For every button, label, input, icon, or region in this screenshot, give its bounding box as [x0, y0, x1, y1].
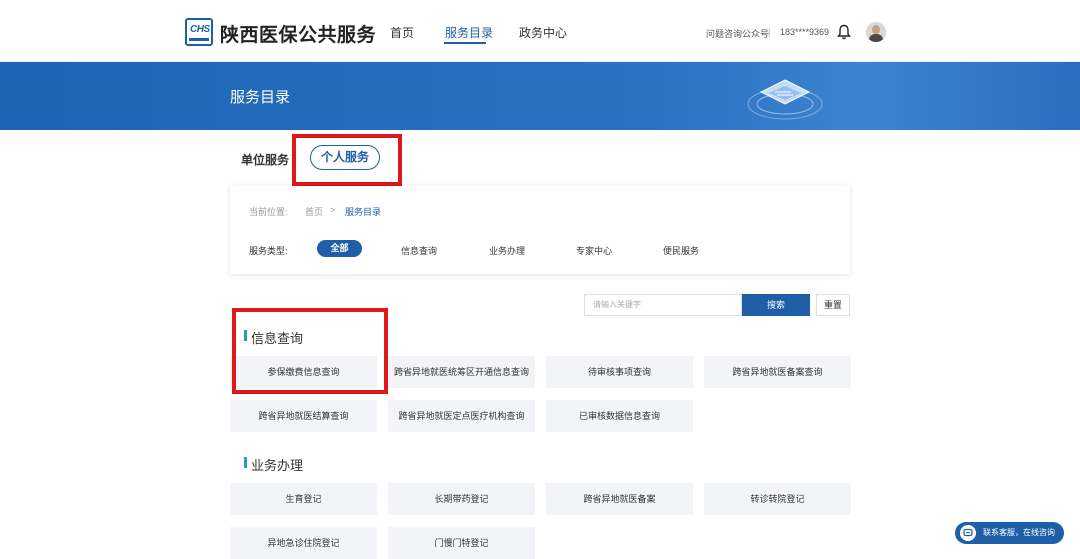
section-title-business: 业务办理: [251, 458, 304, 473]
filter-expert-center[interactable]: 专家中心: [576, 244, 612, 257]
catalog-illustration-icon: [747, 79, 823, 120]
search-button[interactable]: 搜索: [742, 294, 810, 316]
bell-icon[interactable]: [837, 24, 851, 40]
breadcrumb-label: 当前位置:: [249, 207, 288, 217]
filter-business[interactable]: 业务办理: [489, 244, 525, 257]
logo-bar: [189, 38, 209, 41]
service-item[interactable]: 生育登记: [230, 483, 377, 515]
nav-government-center[interactable]: 政务中心: [519, 24, 567, 41]
breadcrumb-home[interactable]: 首页: [305, 205, 323, 218]
breadcrumb-separator: >: [330, 205, 336, 215]
breadcrumb-current: 服务目录: [345, 207, 382, 217]
service-item[interactable]: 跨省异地就医备案查询: [704, 356, 851, 388]
service-item[interactable]: 跨省异地就医定点医疗机构查询: [388, 400, 535, 432]
avatar-body: [869, 34, 883, 42]
service-item[interactable]: 门慢门特登记: [388, 527, 535, 559]
avatar[interactable]: [866, 22, 886, 42]
service-item[interactable]: 异地急诊住院登记: [230, 527, 377, 559]
nav-home[interactable]: 首页: [390, 24, 414, 41]
site-brand[interactable]: 陕西医保公共服务: [220, 20, 376, 47]
section-bar-business: [244, 457, 247, 468]
header-separator: |: [768, 27, 771, 37]
wechat-account-link[interactable]: 问题咨询公众号: [706, 27, 769, 40]
nav-active-underline: [444, 42, 486, 44]
service-item[interactable]: 长期带药登记: [388, 483, 535, 515]
filter-info-query[interactable]: 信息查询: [401, 244, 437, 257]
reset-button[interactable]: 重置: [816, 294, 850, 316]
top-header: CHS 陕西医保公共服务 首页 服务目录 政务中心 问题咨询公众号 | 183*…: [0, 0, 1080, 62]
highlight-box-personal: [292, 134, 402, 186]
service-item[interactable]: 已审核数据信息查询: [546, 400, 693, 432]
nav-service-catalog[interactable]: 服务目录: [445, 24, 493, 41]
filter-label: 服务类型:: [249, 246, 288, 256]
service-item[interactable]: 跨省异地就医结算查询: [230, 400, 377, 432]
filter-convenience[interactable]: 便民服务: [663, 244, 699, 257]
service-item[interactable]: 转诊转院登记: [704, 483, 851, 515]
banner-title: 服务目录: [230, 89, 291, 106]
avatar-head: [872, 25, 880, 34]
service-item[interactable]: 待审核事项查询: [546, 356, 693, 388]
logo-text: CHS: [190, 24, 210, 35]
chat-icon: [960, 525, 976, 541]
filter-card: [230, 186, 850, 274]
service-item[interactable]: 跨省异地就医备案: [546, 483, 693, 515]
tab-unit-service[interactable]: 单位服务: [241, 151, 289, 168]
filter-all[interactable]: 全部: [317, 240, 362, 257]
site-logo[interactable]: CHS: [185, 18, 213, 46]
search-input[interactable]: 请输入关键字: [584, 294, 742, 316]
user-phone[interactable]: 183****9369: [780, 27, 829, 37]
page-banner: 服务目录: [0, 62, 1080, 130]
service-item[interactable]: 跨省异地就医统筹区开通信息查询: [388, 356, 535, 388]
highlight-box-info-query: [232, 308, 388, 394]
